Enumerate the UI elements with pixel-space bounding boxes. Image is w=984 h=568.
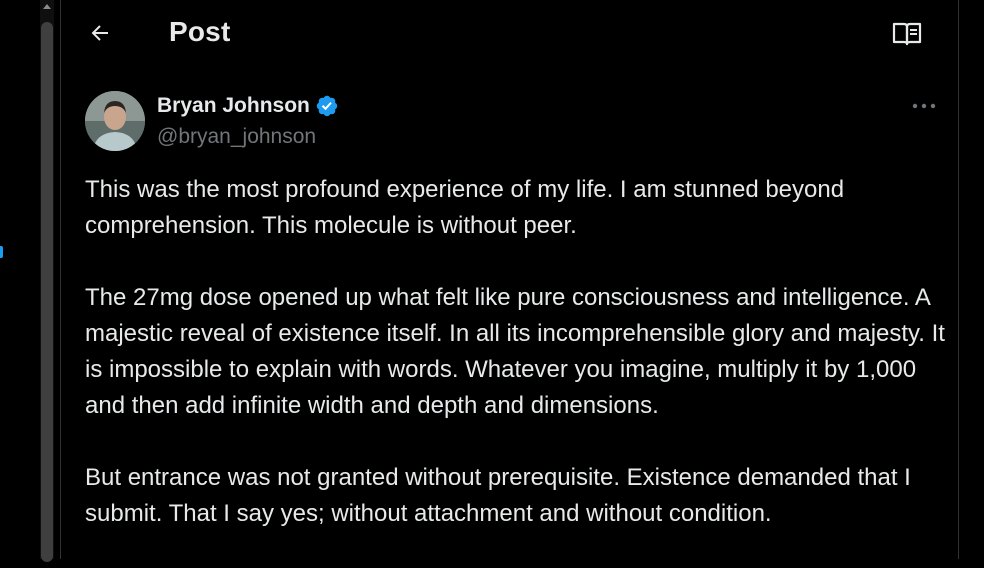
- scroll-up-arrow-icon[interactable]: [42, 0, 52, 14]
- author-row: Bryan Johnson @bryan_johnson: [85, 91, 936, 153]
- post-header: Post: [61, 0, 958, 68]
- post-column: Post Bryan Johnson @bryan_johnson This w…: [60, 0, 959, 559]
- avatar-image: [85, 91, 145, 151]
- right-gutter: [959, 0, 984, 559]
- author-name-text: Bryan Johnson: [157, 94, 310, 117]
- verified-badge-icon[interactable]: [315, 94, 339, 118]
- scrollbar-thumb[interactable]: [41, 22, 53, 562]
- more-options-icon: [912, 103, 936, 109]
- post-text: This was the most profound experience of…: [85, 172, 945, 568]
- back-arrow-icon: [91, 25, 108, 41]
- more-options-button[interactable]: [905, 91, 943, 121]
- reader-mode-icon: [892, 22, 922, 46]
- post-paragraph: This was the most profound experience of…: [85, 176, 845, 239]
- nav-indicator: [0, 246, 3, 258]
- back-button[interactable]: [81, 14, 119, 52]
- post-paragraph: But entrance was not granted without pre…: [85, 464, 911, 527]
- author-handle[interactable]: @bryan_johnson: [157, 125, 316, 149]
- avatar[interactable]: [85, 91, 145, 151]
- reader-mode-button[interactable]: [887, 14, 927, 54]
- post-paragraph: The 27mg dose opened up what felt like p…: [85, 284, 945, 419]
- author-name[interactable]: Bryan Johnson: [157, 94, 339, 118]
- left-rail: [0, 0, 60, 562]
- page-title: Post: [169, 16, 231, 47]
